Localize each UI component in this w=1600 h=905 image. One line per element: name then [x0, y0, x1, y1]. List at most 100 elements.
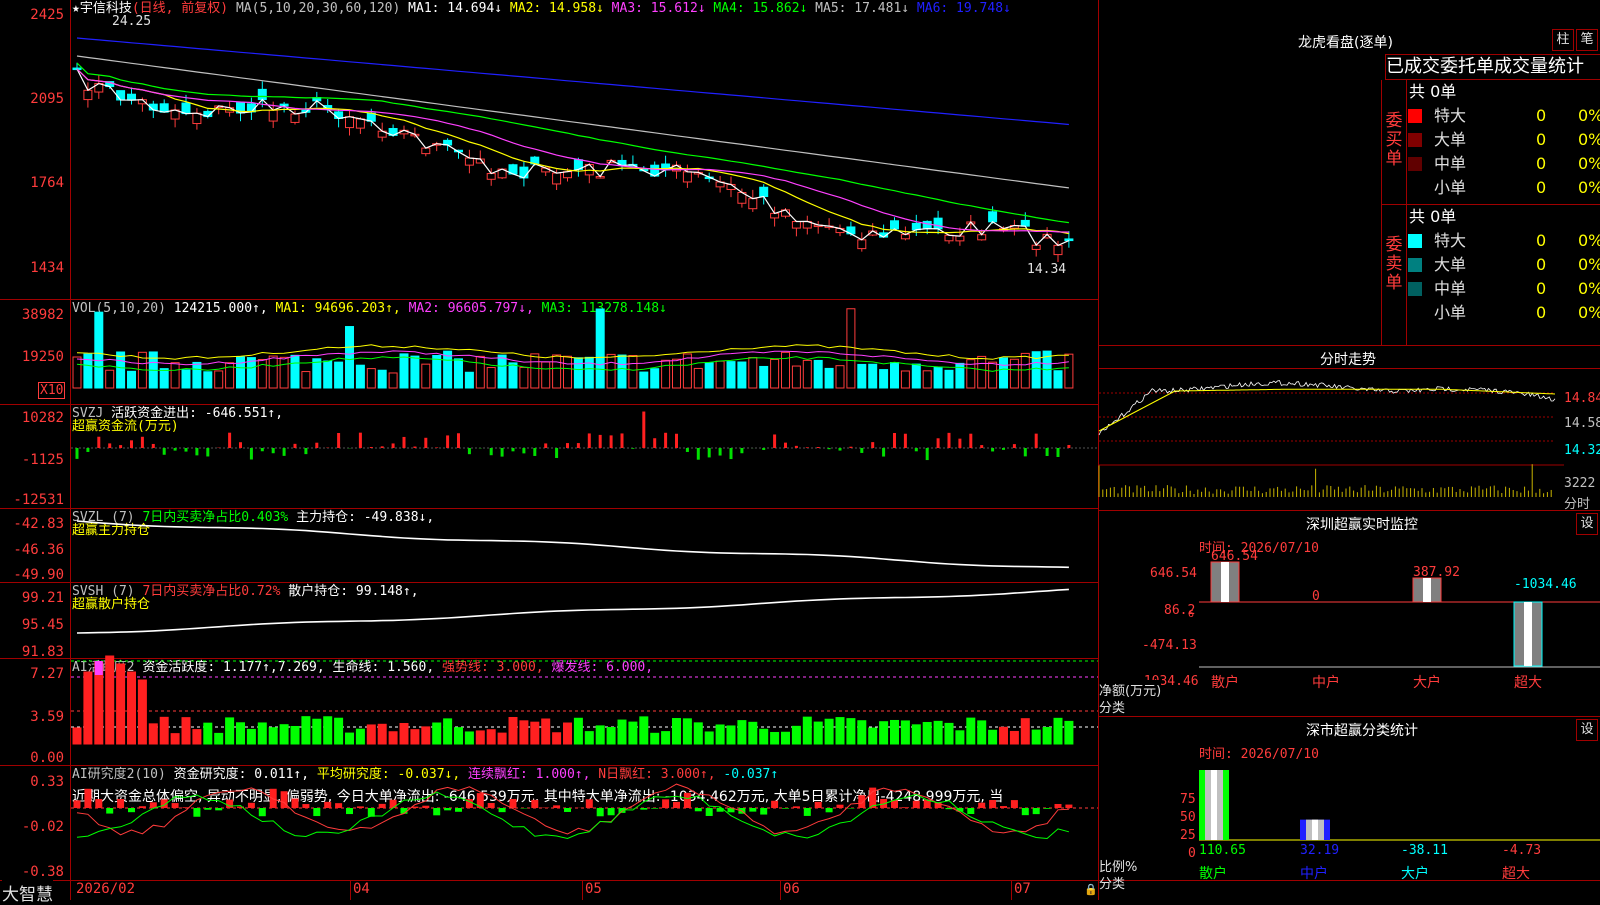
volume-bar — [247, 358, 255, 388]
lock-icon[interactable]: 🔒 — [1084, 883, 1098, 896]
buy-row-xl: 特大 0 0% — [1408, 104, 1600, 128]
flow-bar — [1057, 448, 1060, 457]
volume-bar — [1054, 371, 1062, 388]
flow-bar — [937, 438, 940, 448]
research-bar — [1000, 806, 1007, 808]
volume-bar — [629, 355, 637, 388]
volume-bar — [1065, 354, 1073, 388]
research-bar — [106, 808, 113, 814]
research-bar — [826, 808, 833, 812]
flow-bar — [555, 448, 558, 458]
ai-active-chart[interactable] — [71, 659, 1098, 765]
flow-bar — [773, 434, 776, 448]
flow-bar — [642, 412, 645, 448]
bar-view-button[interactable]: 柱 — [1552, 29, 1574, 51]
activity-bar — [934, 721, 942, 744]
tick-view-button[interactable]: 笔 — [1576, 29, 1598, 51]
xaxis-tick — [350, 880, 351, 900]
flow-bar — [806, 447, 809, 448]
intraday-title: 分时走势 — [1320, 349, 1376, 369]
activity-bar — [694, 723, 702, 744]
activity-bar — [880, 722, 888, 744]
flow-bar — [719, 448, 722, 456]
activity-bar — [400, 724, 408, 744]
net-amount-label: 0 — [1312, 589, 1320, 604]
activity-bar — [444, 719, 452, 744]
activity-bar — [825, 719, 833, 744]
sell-s-count: 0 — [1536, 301, 1546, 325]
sz-monitor-settings-button[interactable]: 设 — [1576, 513, 1598, 535]
research-bar — [204, 808, 211, 810]
panel-divider — [1098, 510, 1600, 511]
ai-research-chart[interactable] — [71, 766, 1098, 880]
flow-bar — [468, 448, 471, 454]
flow-bar — [163, 448, 166, 455]
volume-bar — [618, 355, 626, 388]
volume-bar — [444, 351, 452, 388]
intraday-chart[interactable] — [1099, 369, 1564, 510]
brand-logo[interactable]: 大智慧 — [2, 880, 53, 905]
candle — [193, 113, 201, 123]
ma-line — [77, 63, 1069, 223]
flow-bar — [631, 448, 634, 449]
activity-bar — [378, 724, 386, 744]
activity-bar — [782, 732, 790, 744]
activity-bar — [138, 680, 146, 744]
category-label: 中户 — [1312, 674, 1340, 691]
activity-bar — [574, 718, 582, 744]
volume-bar — [934, 367, 942, 388]
candle — [891, 221, 899, 229]
flow-bar — [392, 443, 395, 448]
flow-bar — [130, 440, 133, 448]
volume-bar — [117, 352, 125, 388]
candle — [422, 148, 430, 154]
activity-bar — [433, 723, 441, 744]
flow-bar — [817, 447, 820, 448]
volume-bar — [901, 371, 909, 388]
flow-bar — [621, 433, 624, 448]
volume-bar — [455, 359, 463, 388]
ratio-label: -38.11 — [1401, 843, 1448, 858]
research-bar — [488, 803, 495, 808]
research-bar — [422, 806, 429, 808]
ratio-label: -4.73 — [1502, 843, 1541, 858]
volume-bar — [553, 355, 561, 388]
volume-bar — [705, 363, 713, 388]
activity-bar — [106, 656, 114, 744]
sz-monitor-chart[interactable]: 646.54散户0中户387.92大户-1034.46超大 — [1099, 560, 1600, 720]
candle — [258, 89, 266, 99]
flow-bar — [1013, 444, 1016, 448]
research-bar — [673, 802, 680, 808]
svzj-ytick: -1125 — [2, 453, 70, 467]
flow-bar — [185, 448, 188, 452]
volume-bar — [662, 360, 670, 388]
volume-chart[interactable] — [71, 300, 1098, 404]
volume-bar — [356, 365, 364, 388]
kline-chart[interactable] — [71, 0, 1098, 299]
activity-bar — [171, 734, 179, 744]
volume-bar — [574, 358, 582, 388]
candle — [749, 199, 757, 209]
svzj-chart[interactable] — [71, 405, 1098, 508]
flow-bar — [839, 448, 842, 451]
svzl-chart[interactable] — [71, 509, 1098, 582]
flow-bar — [108, 443, 111, 448]
flow-bar — [283, 448, 286, 456]
flow-bar — [926, 448, 929, 460]
sz-class-chart[interactable]: 110.65散户32.19中户-38.11大户-4.73超大 — [1099, 770, 1600, 900]
sell-row-m: 中单 0 0% — [1408, 277, 1600, 301]
svsh-chart[interactable] — [71, 583, 1098, 658]
svzl-ytick: -49.90 — [2, 568, 70, 582]
volume-bar — [128, 371, 136, 388]
flow-bar — [828, 448, 831, 449]
net-amount-bar-highlight — [1221, 562, 1229, 602]
activity-bar — [182, 718, 190, 744]
category-label: 大户 — [1401, 865, 1429, 882]
research-bar — [706, 808, 713, 816]
activity-bar — [945, 723, 953, 744]
order-stat-tabs[interactable]: 已成交委托单成交量统计 — [1385, 54, 1600, 80]
volume-bar — [367, 369, 375, 388]
svzl-line — [77, 521, 1069, 567]
research-bar — [95, 799, 102, 808]
sz-class-settings-button[interactable]: 设 — [1576, 719, 1598, 741]
